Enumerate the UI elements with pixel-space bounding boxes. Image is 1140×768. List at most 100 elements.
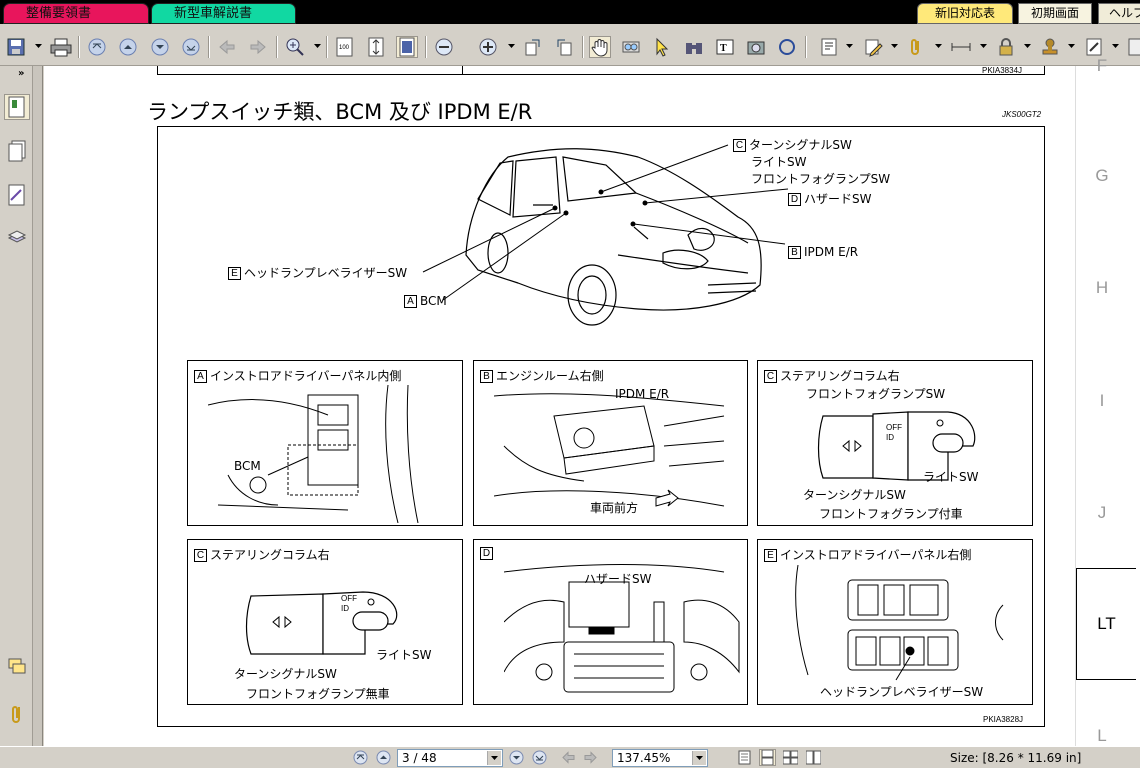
panel-b: B エンジンルーム右側 IPDM E/R 車両前方 — [473, 360, 748, 526]
signatures-icon[interactable] — [4, 182, 30, 208]
stamp-dropdown-icon[interactable] — [1068, 44, 1075, 49]
zoom-level-dropdown-icon[interactable] — [508, 44, 515, 49]
continuous-page-icon[interactable] — [759, 749, 776, 766]
lock-icon[interactable] — [995, 36, 1017, 58]
hand-tool-icon[interactable] — [589, 36, 611, 58]
toolbar: 100 T — [0, 24, 1140, 66]
zoom-level-field[interactable]: 137.45% — [612, 749, 708, 767]
callout-c-line1: ターンシグナルSW — [749, 138, 852, 152]
comments-icon[interactable] — [4, 654, 30, 680]
zoom-plus-icon[interactable] — [477, 36, 499, 58]
panel-d-hazard-label: ハザードSW — [584, 572, 652, 586]
panel-c1-letter: C — [764, 370, 777, 383]
index-i[interactable]: I — [1076, 391, 1128, 411]
panel-c2-light-label: ライトSW — [376, 648, 432, 662]
prev-page-icon[interactable] — [117, 36, 139, 58]
tab-maintenance-manual[interactable]: 整備要領書 — [3, 3, 149, 24]
rotate-icon[interactable] — [522, 36, 544, 58]
page-number-field[interactable]: 3 / 48 — [397, 749, 503, 767]
expand-panel-icon[interactable]: » — [18, 68, 24, 79]
back-icon[interactable] — [216, 36, 238, 58]
status-forward-icon[interactable] — [582, 749, 599, 766]
panel-c1-note: フロントフォグランプ付車 — [819, 507, 963, 521]
binoculars-icon[interactable] — [683, 36, 705, 58]
section-heading: ランプスイッチ類、BCM 及び IPDM E/R — [147, 100, 533, 124]
panel-a-title: インストロアドライバーパネル内側 — [210, 369, 402, 383]
lock-dropdown-icon[interactable] — [1024, 44, 1031, 49]
panel-c2-title: ステアリングコラム右 — [210, 548, 330, 562]
single-page-icon[interactable] — [736, 749, 753, 766]
callout-b-label: B IPDM E/R — [788, 245, 858, 259]
fit-width-icon[interactable] — [396, 36, 418, 58]
form-dropdown-icon[interactable] — [1112, 44, 1119, 49]
pencil-icon[interactable] — [862, 36, 884, 58]
print-icon[interactable] — [50, 36, 72, 58]
attach-dropdown-icon[interactable] — [935, 44, 942, 49]
zoom-dropdown-icon[interactable] — [314, 44, 321, 49]
save-dropdown-icon[interactable] — [35, 44, 42, 49]
index-lt-current[interactable]: LT — [1076, 568, 1136, 680]
bookmarks-icon[interactable] — [4, 94, 30, 120]
status-prev-page-icon[interactable] — [375, 749, 392, 766]
measure-dropdown-icon[interactable] — [980, 44, 987, 49]
loupe-icon[interactable] — [620, 36, 642, 58]
page-dropdown-icon[interactable] — [487, 751, 501, 765]
status-back-icon[interactable] — [560, 749, 577, 766]
callout-c-label: C ターンシグナルSW ライトSW フロントフォグランプSW — [733, 136, 890, 187]
more-icon[interactable] — [1124, 36, 1140, 58]
circle-tool-icon[interactable] — [776, 36, 798, 58]
snapshot-icon[interactable] — [745, 36, 767, 58]
status-last-page-icon[interactable] — [531, 749, 548, 766]
first-page-icon[interactable] — [86, 36, 108, 58]
tab-new-model-guide[interactable]: 新型車解説書 — [151, 3, 296, 24]
callout-e-text: ヘッドランプレベライザーSW — [244, 266, 408, 280]
status-first-page-icon[interactable] — [352, 749, 369, 766]
status-next-page-icon[interactable] — [508, 749, 525, 766]
rotate2-icon[interactable] — [553, 36, 575, 58]
panel-b-letter: B — [480, 370, 493, 383]
zoom-out-icon[interactable] — [433, 36, 455, 58]
panel-splitter[interactable] — [33, 66, 43, 746]
index-l[interactable]: L — [1076, 726, 1128, 746]
tab-home-screen[interactable]: 初期画面 — [1018, 3, 1092, 24]
callout-c-line2: ライトSW — [751, 155, 807, 169]
next-page-icon[interactable] — [149, 36, 171, 58]
pencil-dropdown-icon[interactable] — [891, 44, 898, 49]
attach-icon[interactable] — [905, 36, 927, 58]
measure-icon[interactable] — [950, 36, 972, 58]
facing-pages-icon[interactable] — [782, 749, 799, 766]
last-page-icon[interactable] — [180, 36, 202, 58]
panel-c2-turn-label: ターンシグナルSW — [234, 667, 337, 681]
annotation-icon[interactable] — [818, 36, 840, 58]
panel-a-letter: A — [194, 370, 207, 383]
panel-c2-off-mark: OFF — [341, 594, 357, 603]
attachments-icon[interactable] — [4, 702, 30, 728]
index-h[interactable]: H — [1076, 278, 1128, 298]
index-j[interactable]: J — [1076, 503, 1128, 523]
select-arrow-icon[interactable] — [651, 36, 673, 58]
continuous-facing-icon[interactable] — [805, 749, 822, 766]
form-icon[interactable] — [1083, 36, 1105, 58]
tab-help[interactable]: ヘルプ — [1098, 3, 1140, 24]
index-f[interactable]: F — [1076, 56, 1128, 76]
callout-e-label: E ヘッドランプレベライザーSW — [228, 264, 407, 281]
save-icon[interactable] — [5, 36, 27, 58]
actual-size-icon[interactable]: 100 — [334, 36, 356, 58]
panel-c2-note: フロントフォグランプ無車 — [246, 687, 390, 701]
index-g[interactable]: G — [1076, 166, 1128, 186]
tab-old-new-table[interactable]: 新旧対応表 — [917, 3, 1013, 24]
text-select-icon[interactable]: T — [714, 36, 736, 58]
zoom-in-icon[interactable] — [284, 36, 306, 58]
forward-icon[interactable] — [247, 36, 269, 58]
panel-b-ipdm-label: IPDM E/R — [615, 387, 670, 401]
layers-icon[interactable] — [4, 224, 30, 250]
fit-page-icon[interactable] — [365, 36, 387, 58]
zoom-level-dropdown-icon[interactable] — [692, 751, 706, 765]
panel-c1-id-mark: ID — [886, 433, 894, 442]
panel-e-letter: E — [764, 549, 777, 562]
pages-icon[interactable] — [4, 138, 30, 164]
stamp-icon[interactable] — [1039, 36, 1061, 58]
callout-d-label: D ハザードSW — [788, 190, 871, 207]
annotation-dropdown-icon[interactable] — [846, 44, 853, 49]
panel-e-illustration — [795, 565, 1004, 681]
